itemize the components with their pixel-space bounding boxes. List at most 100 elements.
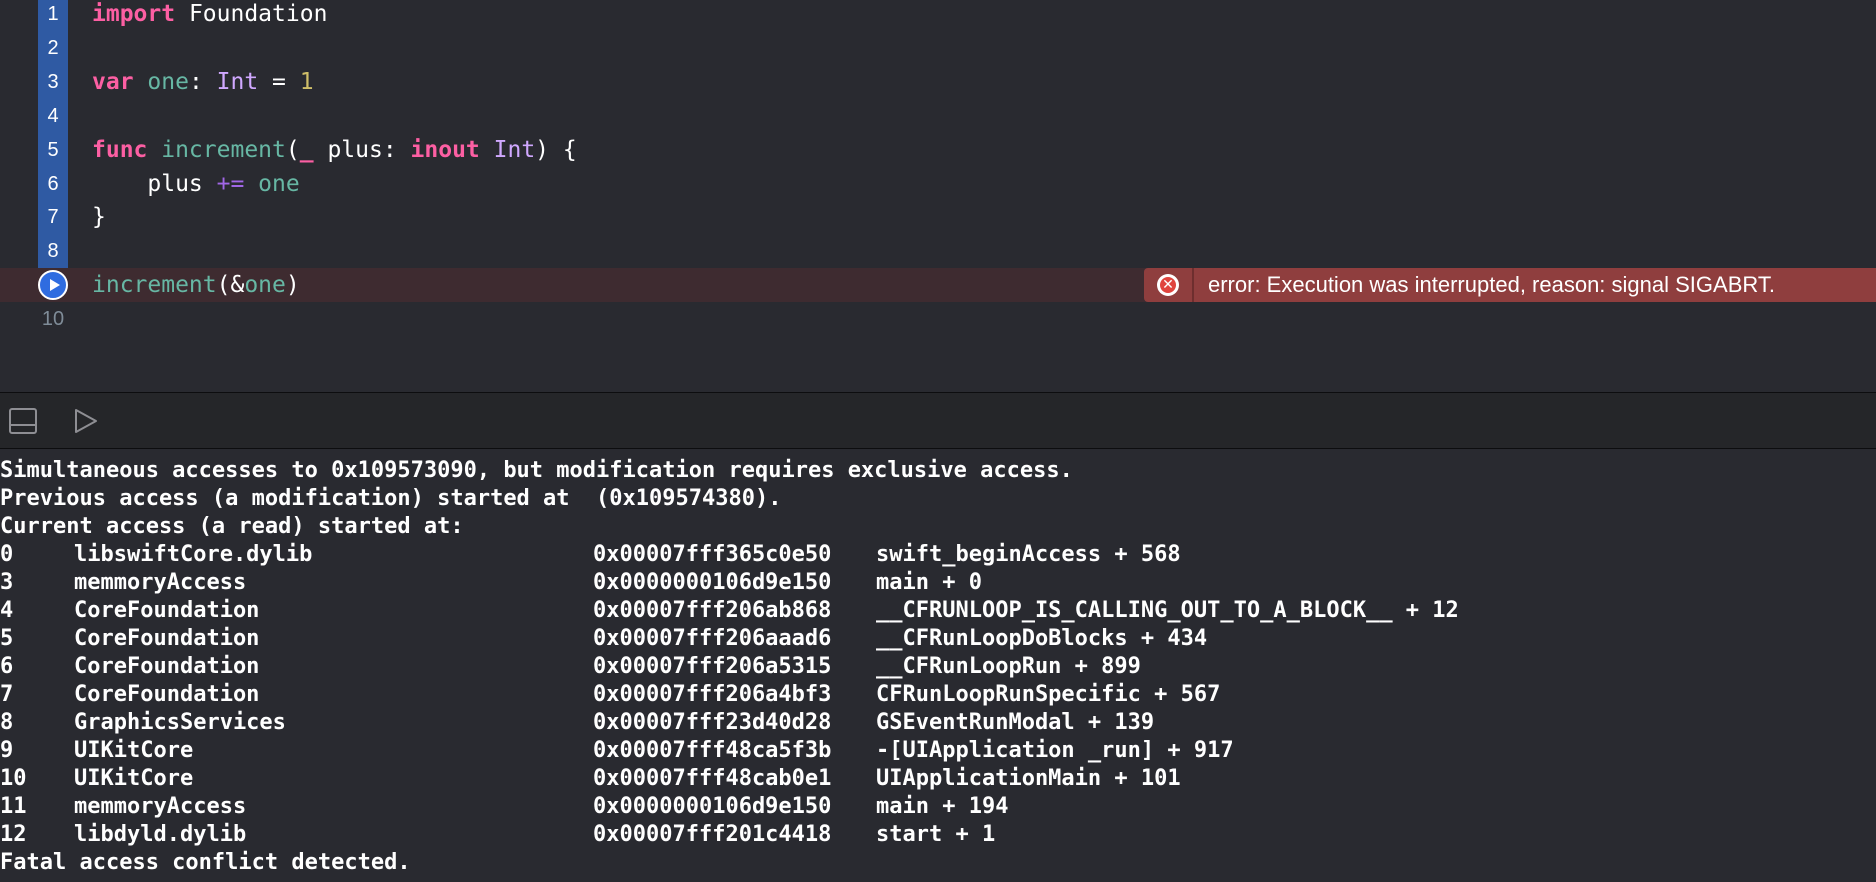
line-number: 6 [47, 173, 59, 195]
frame-library: GraphicsServices [74, 710, 286, 735]
code-line-3[interactable]: 3 var one: Int = 1 [0, 65, 1876, 99]
frame-symbol: swift_beginAccess + 568 [876, 542, 1181, 567]
frame-symbol: main + 194 [876, 794, 1009, 819]
assign: = [258, 69, 300, 95]
variable-name: one [133, 69, 189, 95]
stack-frame-row: 9 UIKitCore 0x00007fff48ca5f3b -[UIApplicat… [0, 737, 1876, 765]
line-number: 4 [47, 105, 59, 127]
stack-frame-row: 8 GraphicsServices 0x00007fff23d40d28 GSEve… [0, 709, 1876, 737]
paren: ) [285, 272, 300, 298]
line-number: 5 [47, 139, 59, 161]
variable-ref: one [244, 171, 300, 197]
frame-index: 12 [0, 822, 27, 847]
code-line-8[interactable]: 8 [0, 234, 1876, 268]
frame-index: 5 [0, 626, 14, 651]
frame-library: CoreFoundation [74, 682, 260, 707]
line-number: 2 [47, 37, 59, 59]
param-ref: plus [92, 171, 217, 197]
frame-symbol: -[UIApplication _run] + 917 [876, 738, 1234, 763]
frame-library: UIKitCore [74, 738, 194, 763]
frame-index: 6 [0, 654, 14, 679]
frame-address: 0x00007fff206ab868 [593, 598, 832, 623]
function-call: increment [92, 272, 217, 298]
stack-frame-row: 6 CoreFoundation 0x00007fff206a5315 __CFRun… [0, 653, 1876, 681]
frame-index: 7 [0, 682, 14, 707]
frame-address: 0x0000000106d9e150 [593, 570, 832, 595]
play-icon[interactable] [72, 408, 100, 434]
operator: += [216, 171, 245, 197]
frame-library: CoreFoundation [74, 654, 260, 679]
frame-address: 0x00007fff365c0e50 [593, 542, 832, 567]
code-line-4[interactable]: 4 [0, 99, 1876, 133]
debug-toolbar [0, 392, 1876, 449]
console-output[interactable]: Simultaneous accesses to 0x109573090, bu… [0, 449, 1876, 882]
line-number: 10 [41, 308, 65, 330]
error-icon-box[interactable]: ✕ [1144, 268, 1192, 302]
console-line: Simultaneous accesses to 0x109573090, bu… [0, 458, 1073, 483]
code-line-7[interactable]: 7 } [0, 200, 1876, 234]
frame-symbol: __CFRunLoopDoBlocks + 434 [876, 626, 1208, 651]
frame-index: 9 [0, 738, 14, 763]
line-number: 1 [47, 3, 59, 25]
line-number: 3 [47, 71, 59, 93]
module-name: Foundation [175, 1, 328, 27]
frame-library: CoreFoundation [74, 626, 260, 651]
keyword: func [92, 137, 148, 163]
code-line-1[interactable]: 1 import Foundation [0, 0, 1876, 31]
frame-address: 0x00007fff206a4bf3 [593, 682, 832, 707]
code-line-5[interactable]: 5 func increment(_ plus: inout Int) { [0, 133, 1876, 167]
stack-frame-row: 12 libdyld.dylib 0x00007fff201c4418 start +… [0, 821, 1876, 849]
variable-ref: one [244, 272, 286, 298]
keyword: inout [410, 137, 480, 163]
code-editor[interactable]: 1 import Foundation 2 3 var one: Int = 1… [0, 0, 1876, 392]
frame-symbol: __CFRunLoopRun + 899 [876, 654, 1141, 679]
brace: ) { [535, 137, 577, 163]
frame-library: libdyld.dylib [74, 822, 247, 847]
code-line-6[interactable]: 6 plus += one [0, 167, 1876, 201]
stack-frame-row: 0 libswiftCore.dylib 0x00007fff365c0e50 swi… [0, 541, 1876, 569]
frame-index: 3 [0, 570, 14, 595]
frame-symbol: main + 0 [876, 570, 982, 595]
type-name: Int [479, 137, 536, 163]
keyword: import [92, 1, 176, 27]
frame-library: CoreFoundation [74, 598, 260, 623]
type-name: Int [216, 69, 259, 95]
code-line-2[interactable]: 2 [0, 31, 1876, 65]
stack-frame-row: 11 memmoryAccess 0x0000000106d9e150 main + … [0, 793, 1876, 821]
frame-library: libswiftCore.dylib [74, 542, 313, 567]
underscore-label: _ [299, 137, 314, 163]
frame-symbol: GSEventRunModal + 139 [876, 710, 1155, 735]
console-line: Fatal access conflict detected. [0, 850, 411, 875]
frame-address: 0x00007fff206aaad6 [593, 626, 832, 651]
colon: : [188, 69, 217, 95]
stack-frame-row: 4 CoreFoundation 0x00007fff206ab868 __CFRUN… [0, 597, 1876, 625]
frame-address: 0x00007fff201c4418 [593, 822, 832, 847]
stack-frame-row: 5 CoreFoundation 0x00007fff206aaad6 __CFRun… [0, 625, 1876, 653]
error-annotation[interactable]: ✕ error: Execution was interrupted, reas… [1144, 268, 1876, 302]
console-line: Previous access (a modification) started… [0, 486, 782, 511]
stack-frame-row: 3 memmoryAccess 0x0000000106d9e150 main + 0 [0, 569, 1876, 597]
console-line: Current access (a read) started at: [0, 514, 464, 539]
stack-frame-row: 7 CoreFoundation 0x00007fff206a4bf3 CFRunLo… [0, 681, 1876, 709]
brace: } [92, 204, 106, 230]
param-name: plus: [313, 137, 411, 163]
paren: (& [216, 272, 245, 298]
frame-symbol: __CFRUNLOOP_IS_CALLING_OUT_TO_A_BLOCK__ … [876, 598, 1459, 623]
number-literal: 1 [299, 69, 314, 95]
line-number: 7 [47, 206, 59, 228]
x-circle-icon: ✕ [1157, 274, 1179, 296]
frame-library: memmoryAccess [74, 794, 247, 819]
frame-index: 4 [0, 598, 14, 623]
stack-frame-row: 10 UIKitCore 0x00007fff48cab0e1 UIApplicati… [0, 765, 1876, 793]
frame-symbol: CFRunLoopRunSpecific + 567 [876, 682, 1221, 707]
frame-symbol: start + 1 [876, 822, 996, 847]
code-line-10[interactable]: 10 [0, 302, 1876, 336]
frame-address: 0x00007fff48ca5f3b [593, 738, 832, 763]
frame-address: 0x00007fff48cab0e1 [593, 766, 832, 791]
play-circle-icon[interactable] [38, 270, 68, 300]
keyword: var [92, 69, 134, 95]
line-number: 8 [47, 240, 59, 262]
frame-index: 11 [0, 794, 27, 819]
frame-library: memmoryAccess [74, 570, 247, 595]
panel-toggle-icon[interactable] [9, 408, 37, 434]
